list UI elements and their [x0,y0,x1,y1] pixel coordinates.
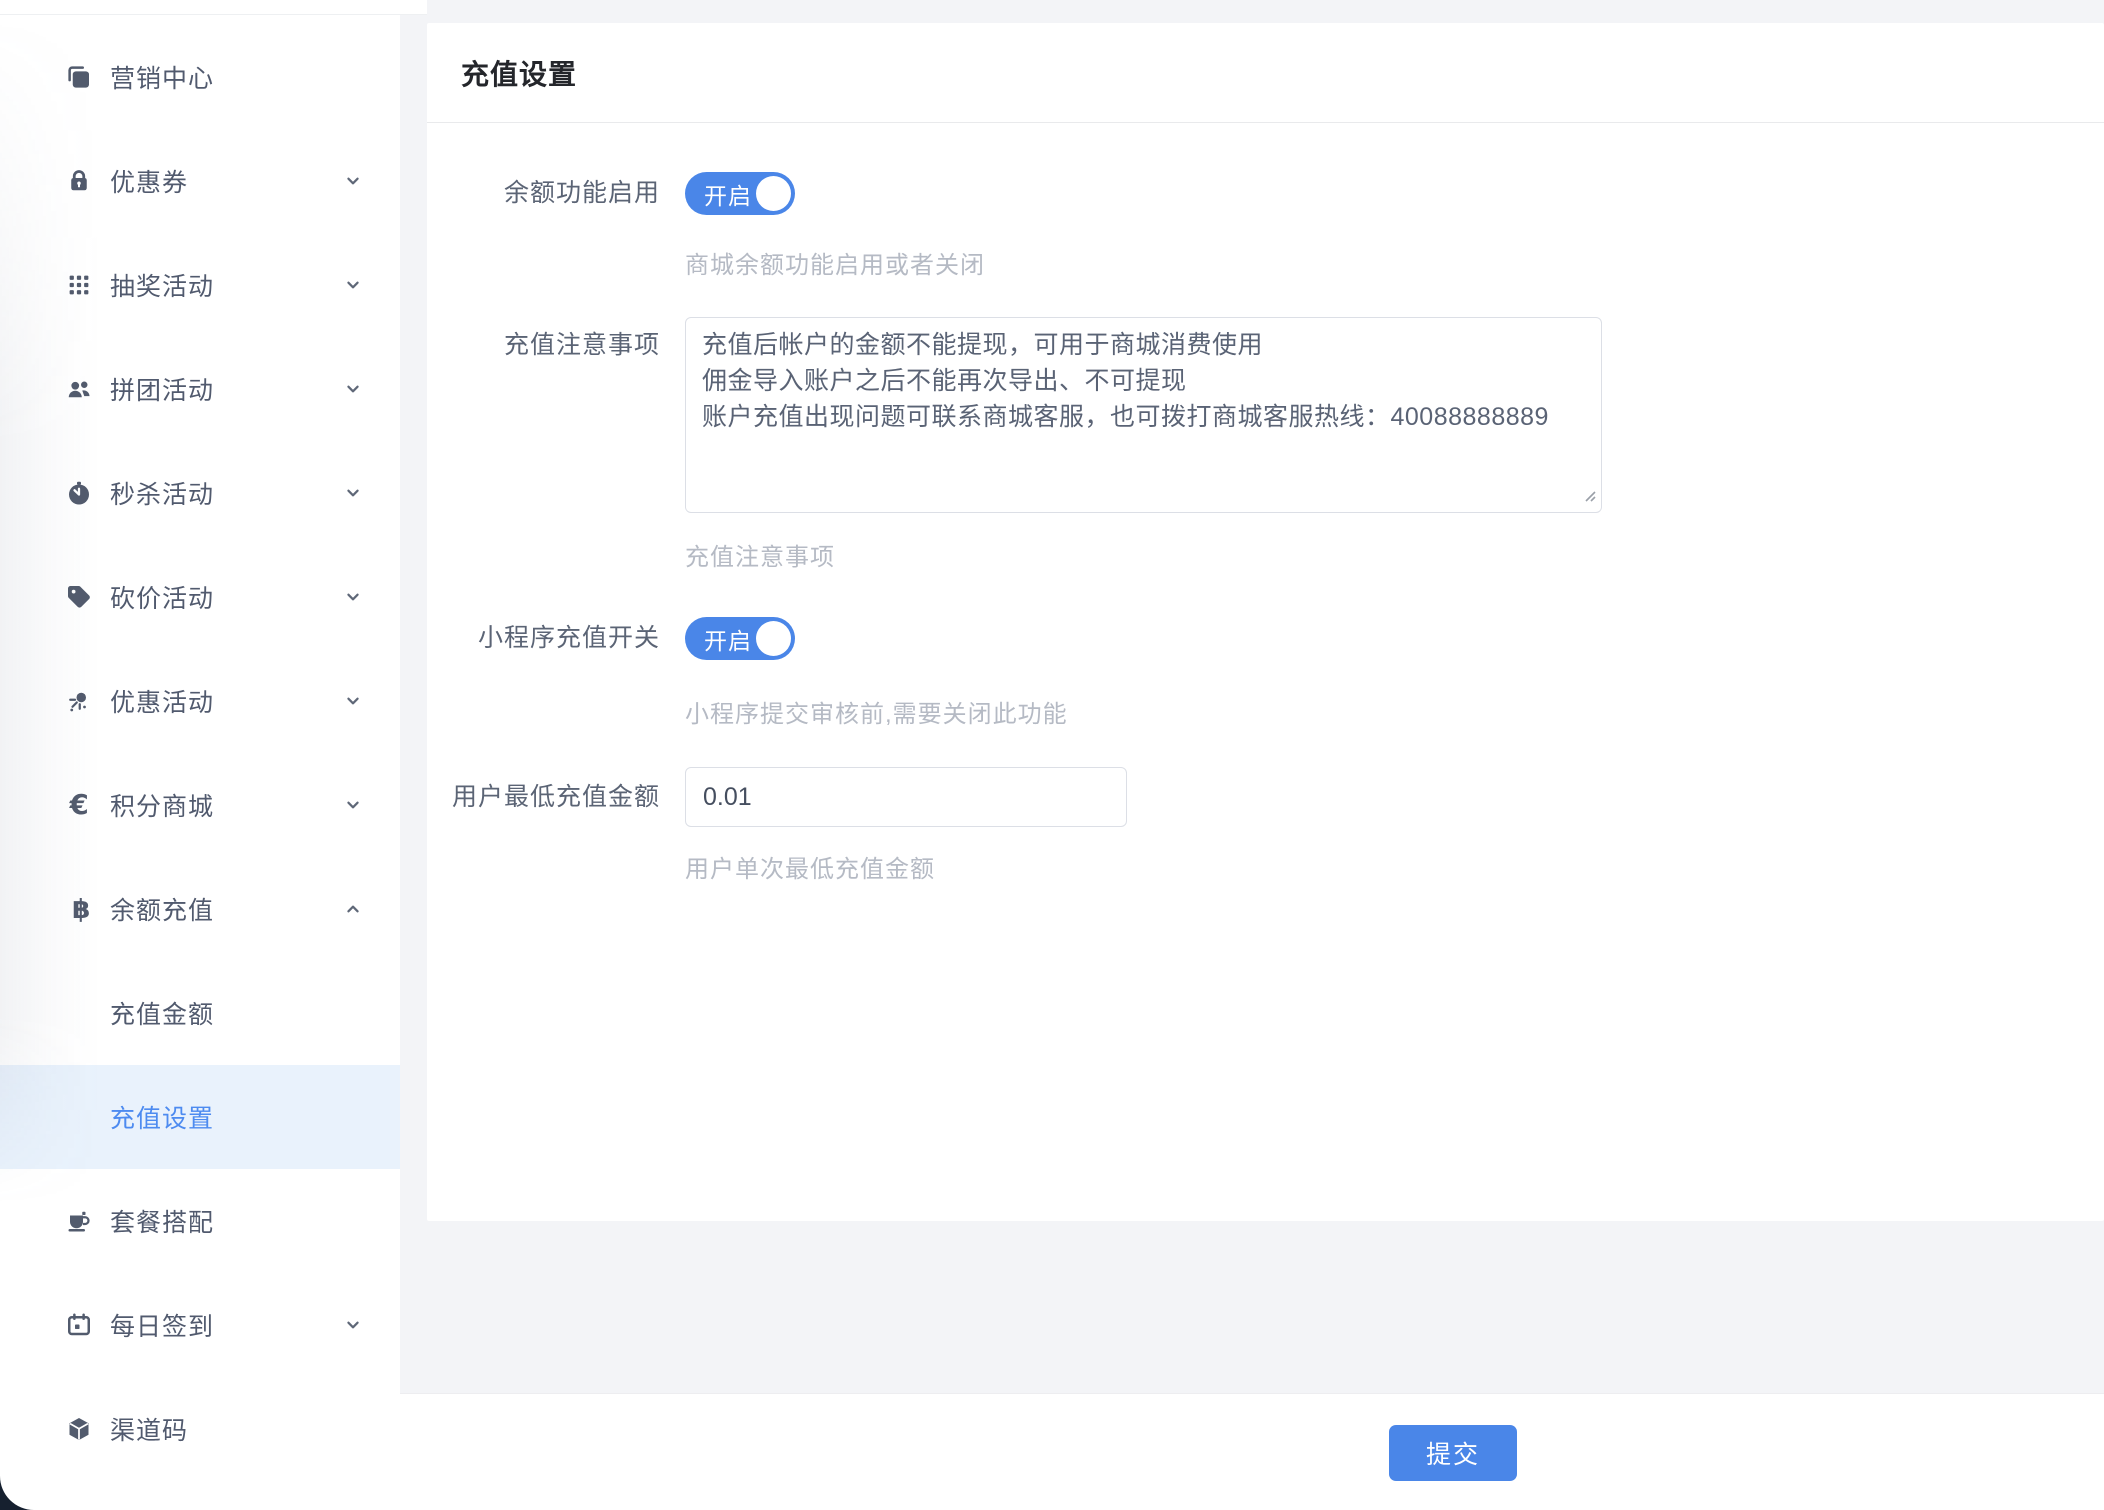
stacked-squares-icon [62,60,96,94]
cube-icon [62,1412,96,1446]
balance-enable-toggle[interactable]: 开启 [685,172,795,215]
tag-icon [62,580,96,614]
chevron-down-icon [341,689,365,713]
chevron-down-icon [341,793,365,817]
toggle-on-label: 开启 [704,177,752,211]
sidebar-item-label: 积分商城 [110,787,214,823]
sidebar-item-promotions[interactable]: 优惠活动 [0,649,400,753]
helper-text: 充值注意事项 [685,541,1602,575]
sidebar-item-label: 优惠活动 [110,683,214,719]
euro-icon: € [62,788,96,822]
sidebar-item-label: 砍价活动 [110,579,214,615]
sidebar-item-label: 余额充值 [110,891,214,927]
svg-text:€: € [69,790,89,820]
settings-form: 余额功能启用 开启 商城余额功能启用或者关闭 充值注意事项 充值后帐户的金额不能… [427,123,2104,887]
sidebar-item-label: 优惠券 [110,163,188,199]
chevron-down-icon [341,377,365,401]
sidebar-item-coupons[interactable]: 优惠券 [0,129,400,233]
top-hairline [0,0,427,15]
coffee-cup-icon [62,1204,96,1238]
settings-card: 充值设置 余额功能启用 开启 商城余额功能启用或者关闭 充值注意事项 [427,23,2104,1221]
chevron-down-icon [341,481,365,505]
sidebar-subitem-recharge-settings[interactable]: 充值设置 [0,1065,400,1169]
sidebar-item-points-mall[interactable]: € 积分商城 [0,753,400,857]
firework-icon [62,684,96,718]
grid-icon [62,268,96,302]
app-screen: 营销中心 优惠券 抽奖活动 [0,0,2104,1510]
sidebar-item-label: 抽奖活动 [110,267,214,303]
sidebar-item-group-buy[interactable]: 拼团活动 [0,337,400,441]
sidebar-item-label: 秒杀活动 [110,475,214,511]
toggle-knob [756,176,791,211]
chevron-down-icon [341,585,365,609]
form-row-balance-enable: 余额功能启用 开启 商城余额功能启用或者关闭 [427,172,2104,283]
helper-text: 用户单次最低充值金额 [685,853,1127,887]
sidebar-item-daily-checkin[interactable]: 每日签到 [0,1273,400,1377]
sidebar-item-label: 充值金额 [110,995,214,1031]
users-icon [62,372,96,406]
stopwatch-icon [62,476,96,510]
helper-text: 商城余额功能启用或者关闭 [685,249,985,283]
sidebar-item-flash-sale[interactable]: 秒杀活动 [0,441,400,545]
min-recharge-amount-input[interactable] [685,767,1127,827]
sidebar-item-label: 套餐搭配 [110,1203,214,1239]
sidebar-item-bargain[interactable]: 砍价活动 [0,545,400,649]
card-header: 充值设置 [427,23,2104,123]
sidebar: 营销中心 优惠券 抽奖活动 [0,0,400,1510]
calendar-icon [62,1308,96,1342]
sidebar-item-lottery[interactable]: 抽奖活动 [0,233,400,337]
submit-button[interactable]: 提交 [1389,1425,1517,1481]
resize-handle-icon[interactable] [1578,484,1598,509]
sidebar-item-label: 每日签到 [110,1307,214,1343]
chevron-down-icon [341,273,365,297]
field-label: 用户最低充值金额 [427,767,685,887]
chevron-up-icon [341,897,365,921]
footer-bar: 提交 [400,1393,2104,1510]
sidebar-item-label: 营销中心 [110,59,214,95]
toggle-on-label: 开启 [704,622,752,656]
toggle-knob [756,621,791,656]
form-row-min-amount: 用户最低充值金额 用户单次最低充值金额 [427,767,2104,887]
baht-icon: ฿ [62,892,96,926]
svg-text:฿: ฿ [72,895,90,924]
page-title: 充值设置 [461,53,577,93]
field-label: 余额功能启用 [427,172,685,283]
chevron-down-icon [341,1313,365,1337]
helper-text: 小程序提交审核前,需要关闭此功能 [685,698,1068,732]
form-row-recharge-notes: 充值注意事项 充值后帐户的金额不能提现，可用于商城消费使用 佣金导入账户之后不能… [427,317,2104,575]
sidebar-item-balance-recharge[interactable]: ฿ 余额充值 [0,857,400,961]
sidebar-item-label: 渠道码 [110,1411,188,1447]
field-label: 小程序充值开关 [427,617,685,732]
sidebar-item-label: 拼团活动 [110,371,214,407]
lock-icon [62,164,96,198]
chevron-down-icon [341,169,365,193]
recharge-notes-textarea[interactable]: 充值后帐户的金额不能提现，可用于商城消费使用 佣金导入账户之后不能再次导出、不可… [685,317,1602,513]
sidebar-item-marketing-center[interactable]: 营销中心 [0,25,400,129]
form-row-miniprogram-switch: 小程序充值开关 开启 小程序提交审核前,需要关闭此功能 [427,617,2104,732]
miniprogram-recharge-toggle[interactable]: 开启 [685,617,795,660]
sidebar-item-package-combo[interactable]: 套餐搭配 [0,1169,400,1273]
sidebar-subitem-recharge-amount[interactable]: 充值金额 [0,961,400,1065]
field-label: 充值注意事项 [427,317,685,575]
sidebar-item-channel-code[interactable]: 渠道码 [0,1377,400,1481]
sidebar-menu: 营销中心 优惠券 抽奖活动 [0,25,400,1481]
sidebar-item-label: 充值设置 [110,1099,214,1135]
